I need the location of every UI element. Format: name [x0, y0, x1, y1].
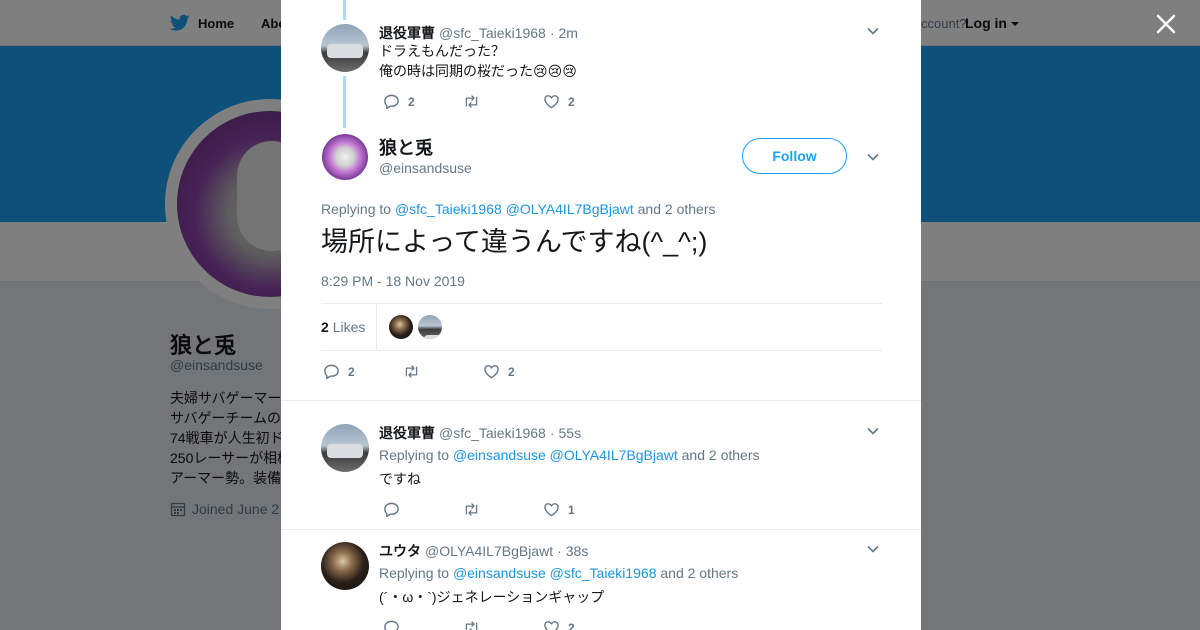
separator-dot: ·	[549, 25, 555, 41]
timestamp[interactable]: 38s	[566, 543, 589, 559]
replying-prefix: Replying to	[379, 447, 450, 463]
reply-count: 2	[348, 364, 355, 379]
author-avatar[interactable]	[322, 134, 368, 180]
retweet-icon	[465, 95, 478, 108]
like-button[interactable]: 2	[483, 363, 515, 380]
mention-link[interactable]: @einsandsuse	[453, 565, 546, 581]
tweet-stats: 2 Likes	[321, 303, 882, 351]
retweet-button[interactable]	[463, 619, 543, 630]
display-name[interactable]: 退役軍曹	[379, 23, 435, 43]
thread-line	[343, 0, 346, 20]
tweet-text: (´・ω・`)ジェネレーションギャップ	[379, 589, 605, 605]
like-button[interactable]: 2	[543, 93, 575, 110]
avatar[interactable]	[321, 24, 369, 72]
mention-link[interactable]: @sfc_Taieki1968	[395, 201, 502, 217]
tweet-text: ドラえもんだった？	[379, 43, 505, 59]
mention-link[interactable]: @OLYA4IL7BgBjawt	[506, 201, 634, 217]
like-button[interactable]: 2	[543, 619, 575, 630]
follow-button[interactable]: Follow	[742, 138, 847, 174]
reply-tweet[interactable]: 退役軍曹 @sfc_Taieki1968 · 2m ドラえもんだった？ 俺の時は…	[321, 24, 881, 119]
tweet-actions: 2 2	[383, 93, 575, 110]
avatar[interactable]	[321, 542, 369, 590]
heart-icon	[544, 95, 559, 109]
main-tweet-text: 場所によって違うんですね(^_^;)	[321, 227, 708, 257]
retweet-button[interactable]	[403, 363, 483, 380]
replying-to: Replying to @einsandsuse @sfc_Taieki1968…	[379, 565, 738, 581]
reply-icon	[324, 364, 339, 380]
timestamp[interactable]: 2m	[559, 25, 578, 41]
likes-count: 2	[321, 319, 329, 335]
heart-icon	[484, 365, 499, 379]
screen-name[interactable]: @sfc_Taieki1968	[439, 425, 546, 441]
reply-button[interactable]: 2	[323, 363, 403, 380]
reply-button[interactable]	[383, 619, 463, 630]
screen-name[interactable]: @sfc_Taieki1968	[439, 25, 546, 41]
tweet-modal: 退役軍曹 @sfc_Taieki1968 · 2m ドラえもんだった？ 俺の時は…	[281, 0, 921, 630]
tweet-header: ユウタ @OLYA4IL7BgBjawt · 38s	[379, 541, 588, 561]
retweet-button[interactable]	[463, 501, 543, 518]
like-count: 2	[568, 94, 575, 109]
tweet-actions: 1	[383, 501, 575, 518]
tweet-header: 退役軍曹 @sfc_Taieki1968 · 2m	[379, 23, 578, 43]
like-count: 1	[568, 502, 575, 517]
tweet-actions: 2	[383, 619, 575, 630]
chevron-down-icon[interactable]	[866, 424, 880, 438]
divider	[281, 400, 921, 401]
chevron-down-icon[interactable]	[866, 542, 880, 556]
retweet-icon	[465, 621, 478, 630]
author-display-name[interactable]: 狼と兎	[379, 134, 433, 160]
screen-name[interactable]: @OLYA4IL7BgBjawt	[425, 543, 553, 559]
reply-icon	[384, 94, 399, 110]
chevron-down-icon[interactable]	[866, 24, 880, 38]
likes-stat[interactable]: 2 Likes	[321, 319, 365, 335]
like-count: 2	[568, 620, 575, 630]
heart-icon	[544, 503, 559, 517]
stats-divider	[376, 304, 377, 350]
reply-tweet[interactable]: 退役軍曹 @sfc_Taieki1968 · 55s Replying to @…	[321, 424, 881, 528]
replying-others[interactable]: and 2 others	[682, 447, 760, 463]
likes-label: Likes	[332, 319, 366, 335]
like-count: 2	[508, 364, 515, 379]
mention-link[interactable]: @einsandsuse	[453, 447, 546, 463]
main-tweet-actions: 2 2	[323, 363, 515, 380]
heart-icon	[544, 621, 559, 630]
replying-to: Replying to @sfc_Taieki1968 @OLYA4IL7BgB…	[321, 201, 715, 217]
replying-prefix: Replying to	[379, 565, 450, 581]
display-name[interactable]: 退役軍曹	[379, 423, 435, 443]
author-screen-name[interactable]: @einsandsuse	[379, 160, 472, 176]
replying-others[interactable]: and 2 others	[660, 565, 738, 581]
replying-others[interactable]: and 2 others	[638, 201, 716, 217]
reply-button[interactable]	[383, 501, 463, 518]
separator-dot: ·	[549, 425, 555, 441]
chevron-down-icon[interactable]	[866, 150, 880, 164]
retweet-icon	[405, 365, 418, 378]
reply-icon	[384, 502, 399, 518]
display-name[interactable]: ユウタ	[379, 541, 421, 561]
retweet-button[interactable]	[463, 93, 543, 110]
like-button[interactable]: 1	[543, 501, 575, 518]
timestamp[interactable]: 55s	[559, 425, 582, 441]
liker-avatar[interactable]	[418, 315, 442, 339]
divider	[281, 529, 921, 530]
tweet-text: 俺の時は同期の桜だった😢😢😢	[379, 63, 577, 79]
replying-to: Replying to @einsandsuse @OLYA4IL7BgBjaw…	[379, 447, 759, 463]
tweet-header: 退役軍曹 @sfc_Taieki1968 · 55s	[379, 423, 581, 443]
mention-link[interactable]: @OLYA4IL7BgBjawt	[550, 447, 678, 463]
separator-dot: ·	[557, 543, 562, 559]
reply-icon	[384, 620, 399, 630]
tweet-timestamp[interactable]: 8:29 PM - 18 Nov 2019	[321, 273, 465, 289]
replying-prefix: Replying to	[321, 201, 392, 217]
avatar[interactable]	[321, 424, 369, 472]
reply-tweet[interactable]: ユウタ @OLYA4IL7BgBjawt · 38s Replying to @…	[321, 542, 881, 630]
reply-button[interactable]: 2	[383, 93, 463, 110]
close-icon[interactable]	[1152, 10, 1180, 38]
mention-link[interactable]: @sfc_Taieki1968	[550, 565, 657, 581]
tweet-text: ですね	[379, 471, 421, 487]
liker-avatar[interactable]	[389, 315, 413, 339]
retweet-icon	[465, 503, 478, 516]
reply-count: 2	[408, 94, 415, 109]
